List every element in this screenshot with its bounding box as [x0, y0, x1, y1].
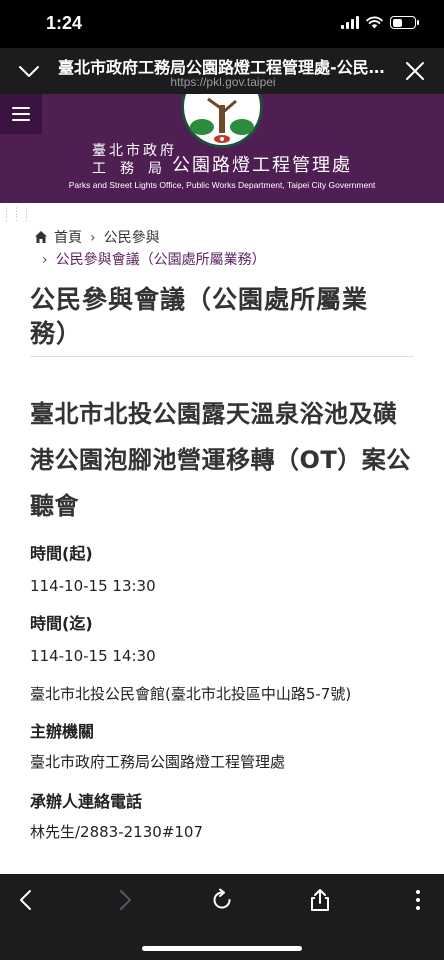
battery-level — [392, 18, 402, 27]
close-icon[interactable] — [404, 60, 426, 82]
cellular-signal-icon — [341, 16, 359, 29]
status-icons — [341, 16, 419, 29]
share-icon[interactable] — [307, 887, 333, 913]
event-title: 臺北市北投公園露天溫泉浴池及磺港公園泡腳池營運移轉（OT）案公聽會 — [30, 400, 411, 520]
more-options-icon[interactable] — [405, 887, 431, 913]
site-name-line1: 臺北市政府 — [92, 143, 177, 159]
breadcrumb-separator: › — [90, 230, 96, 246]
organizer-value: 臺北市政府工務局公園路燈工程管理處 — [30, 753, 286, 771]
main-content: ⋮⋮⋮ ⋮⋮⋮ 首頁 › 公民參與 › 公民參與會議（公園處所屬業務） 公民參與會議（公… — [0, 203, 444, 874]
page-title: 公民參與會議（公園處所屬業務） — [30, 285, 369, 348]
breadcrumb-separator: › — [42, 252, 48, 268]
chevron-down-icon[interactable] — [18, 60, 40, 82]
title-divider — [30, 356, 414, 357]
menu-icon-line — [12, 119, 30, 121]
site-name-small: 臺北市政府 工務局 — [92, 142, 177, 178]
start-time-label: 時間(起) — [30, 544, 93, 563]
contact-label: 承辦人連絡電話 — [30, 792, 143, 811]
battery-icon — [390, 16, 419, 29]
browser-bar: 臺北市政府工務局公園路燈工程管理處-公民參與會議（公園處所屬業務） https:… — [0, 48, 444, 94]
browser-url[interactable]: https://pkl.gov.taipei — [58, 75, 388, 89]
end-time-label: 時間(迄) — [30, 614, 93, 633]
breadcrumb-current-link[interactable]: 公民參與會議（公園處所屬業務） — [56, 252, 266, 268]
status-time: 1:24 — [46, 13, 83, 33]
menu-icon — [12, 107, 30, 109]
menu-icon-line — [12, 113, 30, 115]
wifi-icon — [366, 16, 383, 29]
site-header: 臺北市政府 工務局 公園路燈工程管理處 Parks and Street Lig… — [0, 94, 444, 203]
contact-value: 林先生/2883-2130#107 — [30, 823, 204, 841]
location-field: 臺北市北投公民會館(臺北市北投區中山路5-7號) — [30, 683, 430, 705]
back-icon[interactable] — [14, 887, 40, 913]
start-time-value: 114-10-15 13:30 — [30, 577, 156, 595]
location-value: 臺北市北投公民會館(臺北市北投區中山路5-7號) — [30, 685, 352, 703]
site-name-big: 公園路燈工程管理處 — [172, 155, 352, 176]
breadcrumb: 首頁 › 公民參與 › 公民參與會議（公園處所屬業務） — [34, 227, 266, 271]
breadcrumb-home-link[interactable]: 首頁 — [54, 230, 82, 246]
breadcrumb-row1: 首頁 › 公民參與 — [34, 227, 266, 249]
end-time-value: 114-10-15 14:30 — [30, 647, 156, 665]
hamburger-menu-button[interactable] — [0, 94, 42, 134]
contact-field: 承辦人連絡電話 林先生/2883-2130#107 — [30, 791, 430, 843]
breadcrumb-level1-link[interactable]: 公民參與 — [104, 230, 160, 246]
drag-handle-icon[interactable]: ⋮⋮⋮ ⋮⋮⋮ — [2, 208, 32, 223]
site-logo[interactable] — [181, 94, 263, 148]
site-name-line2: 工務局 — [92, 161, 176, 177]
breadcrumb-row2: › 公民參與會議（公園處所屬業務） — [42, 249, 266, 271]
forward-icon[interactable] — [111, 887, 137, 913]
home-icon — [35, 231, 47, 243]
tree-logo-icon — [186, 94, 258, 143]
organizer-label: 主辦機關 — [30, 722, 95, 741]
reload-icon[interactable] — [209, 887, 235, 913]
organizer-field: 主辦機關 臺北市政府工務局公園路燈工程管理處 — [30, 721, 430, 773]
site-name-english: Parks and Street Lights Office, Public W… — [68, 180, 376, 190]
end-time-field: 時間(迄) 114-10-15 14:30 — [30, 613, 430, 667]
home-indicator[interactable] — [142, 946, 302, 951]
status-bar: 1:24 — [0, 0, 444, 48]
start-time-field: 時間(起) 114-10-15 13:30 — [30, 543, 430, 597]
